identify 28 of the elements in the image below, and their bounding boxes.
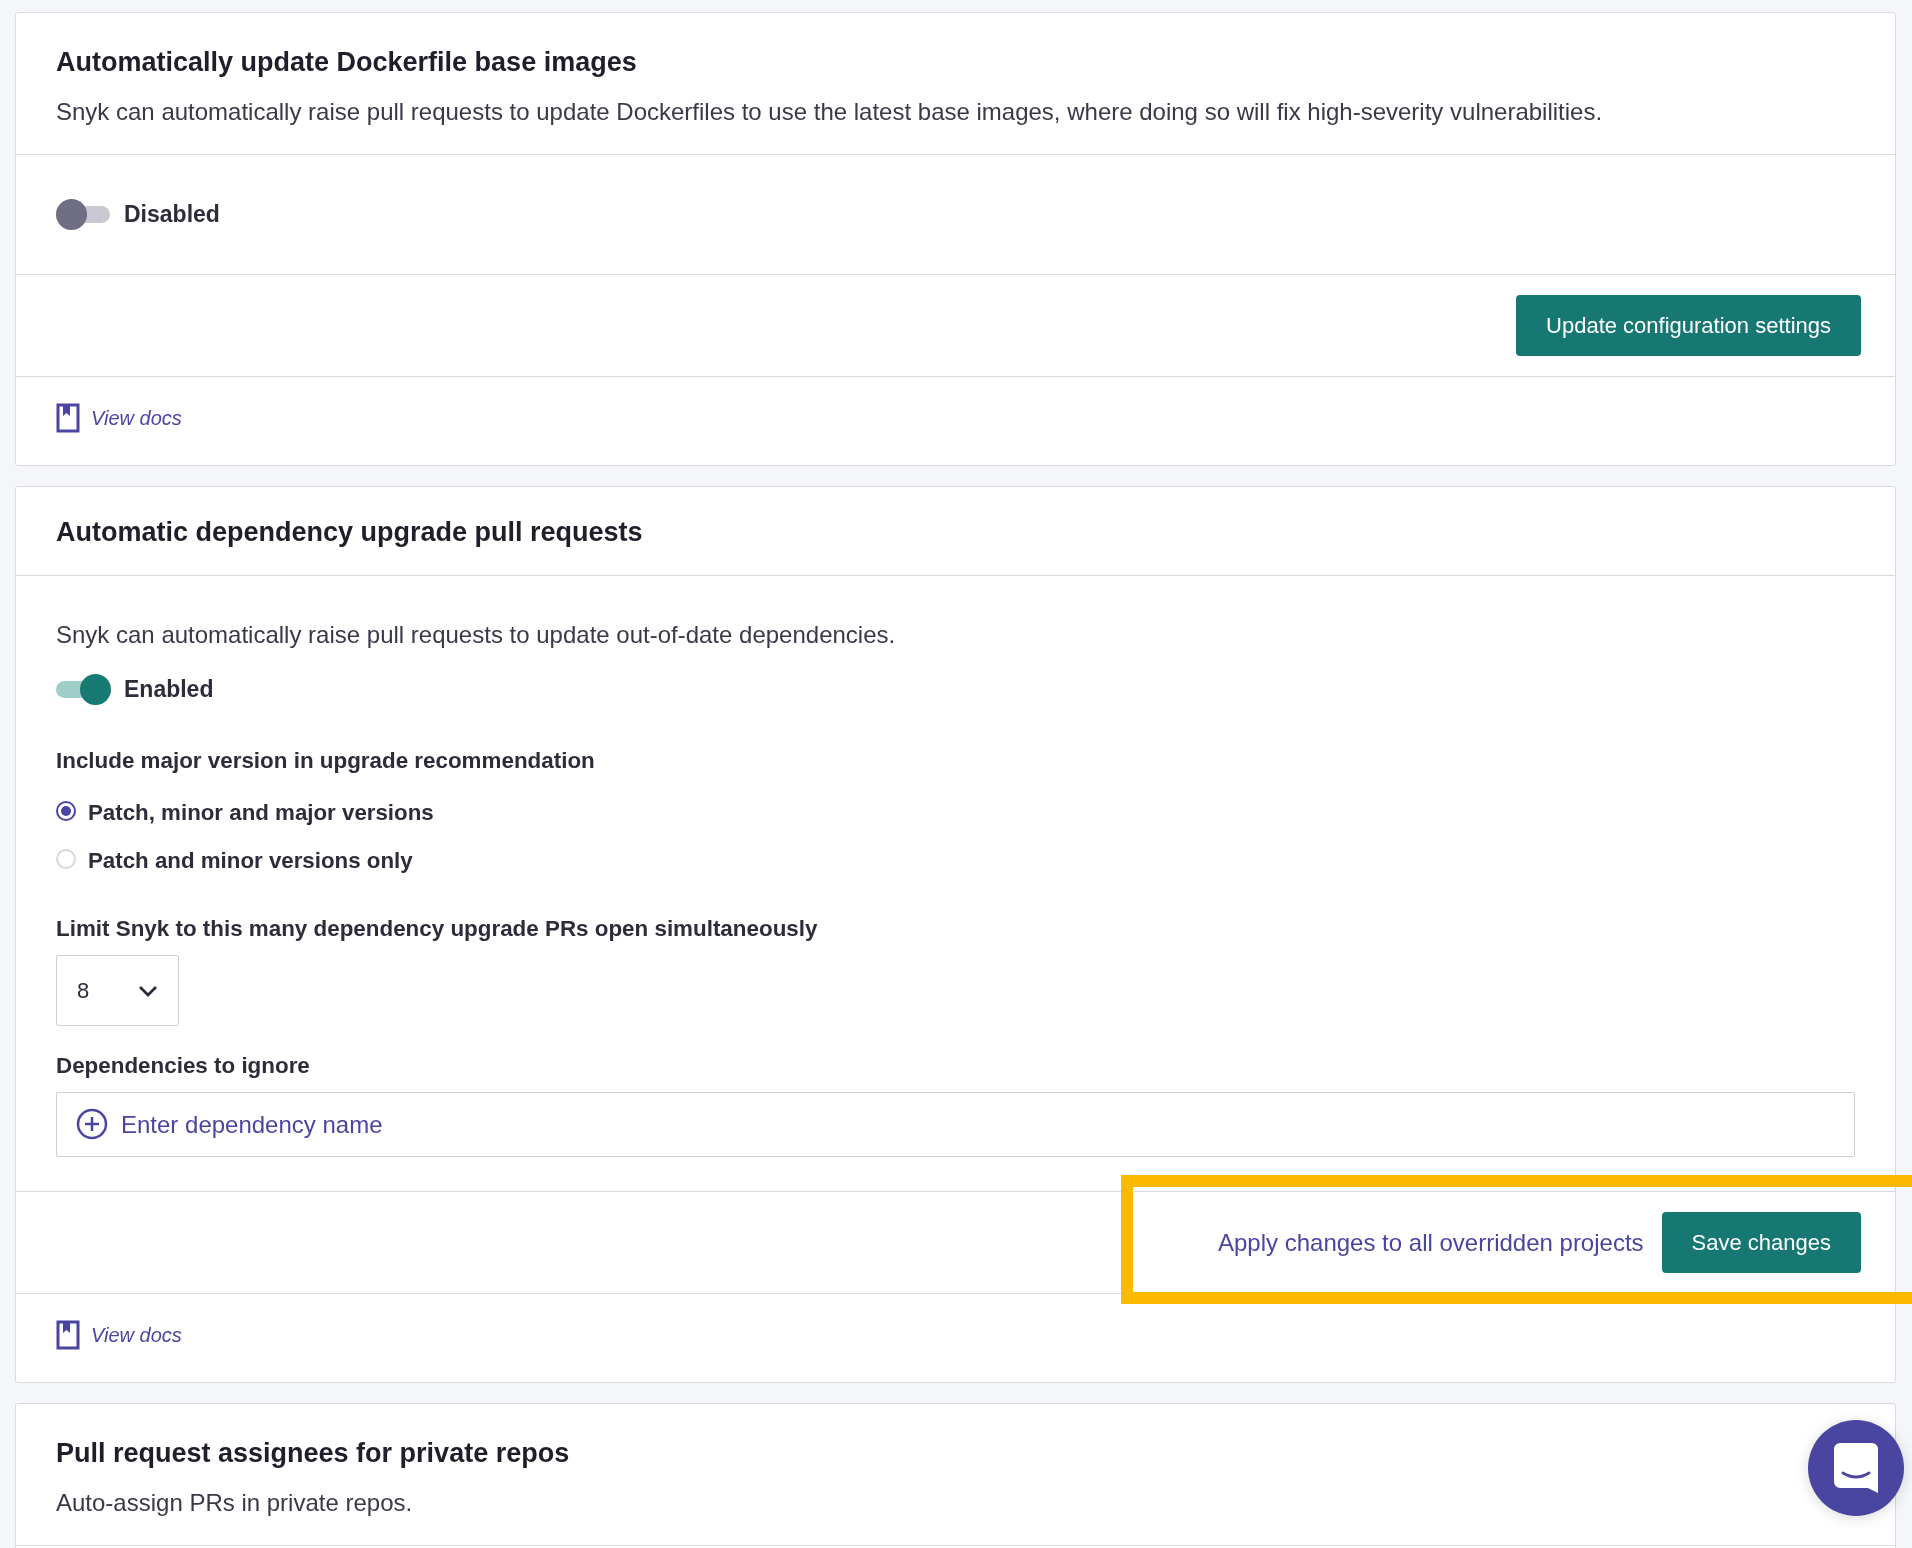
radio-label: Patch, minor and major versions	[88, 799, 434, 827]
radio-button[interactable]	[56, 801, 76, 821]
field-label: Limit Snyk to this many dependency upgrade PRs open simultaneously	[56, 915, 819, 943]
description-text: Snyk can automatically raise pull requests to update Dockerfiles to use the latest base images, where doing so will fix high-severity vulnerabilities.	[56, 97, 1604, 127]
card-title: Automatic dependency upgrade pull requests	[56, 516, 644, 549]
radio-label: Patch and minor versions only	[88, 847, 413, 875]
book-icon	[56, 1320, 80, 1350]
dependency-input-field[interactable]: Enter dependency name	[56, 1092, 1855, 1157]
chevron-down-icon	[138, 984, 158, 997]
field-label: Dependencies to ignore	[56, 1052, 311, 1080]
card-title: Automatically update Dockerfile base images	[56, 46, 638, 79]
toggle-switch[interactable]	[56, 674, 112, 705]
view-docs-link[interactable]: View docs	[91, 1323, 182, 1347]
description-text: Snyk can automatically raise pull requests to update out-of-date dependencies.	[56, 620, 897, 650]
toggle-label: Disabled	[124, 201, 220, 228]
card-title: Pull request assignees for private repos	[56, 1437, 571, 1470]
toggle-label: Enabled	[124, 676, 214, 703]
description-text: Auto-assign PRs in private repos.	[56, 1488, 414, 1518]
plus-circle-icon	[76, 1108, 108, 1140]
number-select[interactable]: 8	[56, 955, 179, 1026]
primary-button[interactable]: Save changes	[1661, 1212, 1861, 1273]
toggle-switch[interactable]	[56, 199, 112, 230]
book-icon	[56, 403, 80, 433]
chat-icon	[1834, 1443, 1878, 1493]
view-docs-link[interactable]: View docs	[91, 406, 182, 430]
apply-changes-link[interactable]: Apply changes to all overridden projects	[1218, 1228, 1644, 1257]
field-label: Include major version in upgrade recommendation	[56, 747, 596, 775]
primary-button[interactable]: Update configuration settings	[1516, 295, 1861, 356]
